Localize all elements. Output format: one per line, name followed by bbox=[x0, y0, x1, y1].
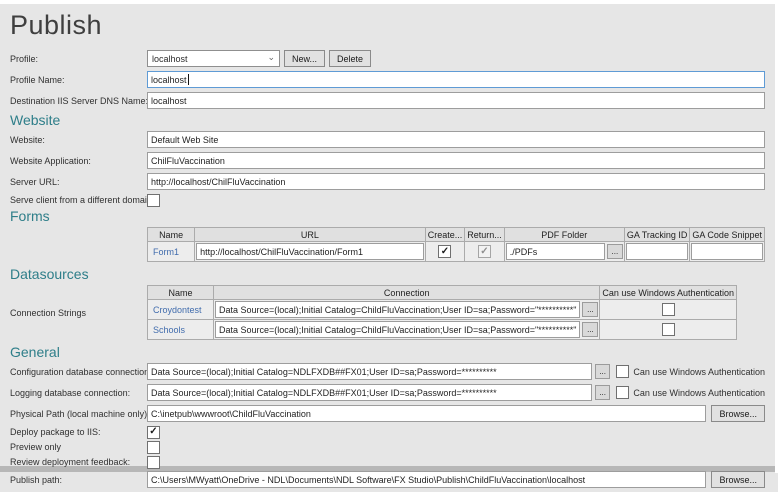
deploy-checkbox[interactable] bbox=[147, 425, 160, 439]
publish-path-label: Publish path: bbox=[10, 474, 63, 485]
website-application-label: Website Application: bbox=[10, 155, 91, 166]
publish-page: Publish Profile: localhost ⌄ New... Dele… bbox=[0, 4, 775, 492]
form-url-input[interactable]: http://localhost/ChilFluVaccination/Form… bbox=[196, 243, 424, 260]
ds-col-connection: Connection bbox=[212, 285, 601, 300]
config-db-windows-auth-checkbox[interactable] bbox=[616, 365, 630, 378]
forms-table-row: Form1 http://localhost/ChilFluVaccinatio… bbox=[146, 241, 765, 262]
delete-profile-button[interactable]: Delete bbox=[329, 50, 372, 67]
website-input[interactable]: Default Web Site bbox=[147, 131, 765, 148]
logging-db-label: Logging database connection: bbox=[10, 387, 131, 398]
datasources-table: Name Connection Can use Windows Authenti… bbox=[147, 285, 737, 340]
profile-name-label: Profile Name: bbox=[10, 74, 65, 85]
profile-name-row: Profile Name: localhost bbox=[10, 71, 765, 88]
server-url-row: Server URL: http://localhost/ChilFluVacc… bbox=[10, 173, 765, 190]
website-application-row: Website Application: ChilFluVaccination bbox=[10, 152, 765, 169]
profile-row: Profile: localhost ⌄ New... Delete bbox=[10, 50, 765, 67]
website-section-title: Website bbox=[10, 112, 61, 128]
config-db-row: Configuration database connection: Data … bbox=[10, 363, 765, 380]
profile-combobox-value: localhost bbox=[152, 53, 188, 64]
physical-path-input[interactable]: C:\inetpub\wwwroot\ChildFluVaccination bbox=[147, 405, 707, 422]
new-profile-button[interactable]: New... bbox=[284, 50, 326, 67]
profile-combobox[interactable]: localhost ⌄ bbox=[147, 50, 280, 67]
config-db-label: Configuration database connection: bbox=[10, 366, 147, 377]
physical-path-row: Physical Path (local machine only): C:\i… bbox=[10, 405, 765, 422]
forms-col-url: URL bbox=[194, 227, 426, 242]
website-row: Website: Default Web Site bbox=[10, 131, 765, 148]
forms-col-return: Return... bbox=[464, 227, 505, 242]
forms-table-header-row: Name URL Create... Return... PDF Folder … bbox=[146, 227, 765, 242]
form-name-link[interactable]: Form1 bbox=[149, 247, 179, 257]
datasources-area: Connection Strings Name Connection Can u… bbox=[10, 285, 765, 340]
physical-path-browse-button[interactable]: Browse... bbox=[711, 405, 765, 422]
datasource-name-link[interactable]: Croydontest bbox=[149, 305, 202, 315]
deploy-label: Deploy package to IIS: bbox=[10, 427, 101, 437]
datasource-windows-auth-checkbox[interactable] bbox=[661, 323, 675, 336]
serve-client-row: Serve client from a different domain: bbox=[10, 193, 765, 207]
logging-db-windows-auth-checkbox[interactable] bbox=[616, 386, 630, 399]
general-section-title: General bbox=[10, 344, 60, 360]
datasource-connection-input[interactable]: Data Source=(local);Initial Catalog=Chil… bbox=[215, 321, 581, 338]
forms-col-create: Create... bbox=[424, 227, 466, 242]
server-url-label: Server URL: bbox=[10, 176, 60, 187]
forms-col-name: Name bbox=[146, 227, 196, 242]
pdf-folder-input[interactable]: ./PDFs bbox=[505, 243, 605, 260]
ga-code-snippet-input[interactable] bbox=[691, 243, 763, 260]
serve-client-label: Serve client from a different domain: bbox=[10, 195, 147, 205]
destination-dns-input[interactable]: localhost bbox=[147, 92, 765, 109]
config-db-edit-button[interactable]: ... bbox=[594, 364, 611, 379]
pdf-folder-browse-button[interactable]: ... bbox=[606, 244, 623, 259]
review-feedback-checkbox[interactable] bbox=[147, 455, 160, 469]
profile-name-input[interactable]: localhost bbox=[147, 71, 765, 88]
datasource-connection-edit-button[interactable]: ... bbox=[582, 302, 599, 317]
text-cursor bbox=[187, 74, 189, 85]
datasource-name-link[interactable]: Schools bbox=[149, 325, 185, 335]
datasource-connection-edit-button[interactable]: ... bbox=[582, 322, 599, 337]
datasource-windows-auth-checkbox[interactable] bbox=[661, 303, 675, 316]
destination-dns-label: Destination IIS Server DNS Name: bbox=[10, 95, 147, 106]
chevron-down-icon: ⌄ bbox=[267, 51, 275, 62]
logging-db-edit-button[interactable]: ... bbox=[594, 385, 611, 400]
publish-path-browse-button[interactable]: Browse... bbox=[711, 471, 765, 488]
forms-col-ga-tracking: GA Tracking ID bbox=[623, 227, 691, 242]
preview-only-checkbox[interactable] bbox=[147, 440, 160, 454]
forms-section-title: Forms bbox=[10, 208, 50, 224]
physical-path-label: Physical Path (local machine only): bbox=[10, 408, 147, 419]
logging-db-windows-auth-label: Can use Windows Authentication bbox=[633, 387, 765, 398]
datasource-connection-input[interactable]: Data Source=(local);Initial Catalog=Chil… bbox=[215, 301, 581, 318]
config-db-windows-auth-label: Can use Windows Authentication bbox=[633, 366, 765, 377]
website-application-input[interactable]: ChilFluVaccination bbox=[147, 152, 765, 169]
preview-only-label: Preview only bbox=[10, 442, 62, 452]
datasources-table-header-row: Name Connection Can use Windows Authenti… bbox=[147, 285, 737, 300]
datasource-row: Schools Data Source=(local);Initial Cata… bbox=[147, 319, 737, 340]
serve-client-checkbox[interactable] bbox=[147, 193, 160, 207]
form-create-checkbox[interactable] bbox=[438, 245, 452, 258]
logging-db-row: Logging database connection: Data Source… bbox=[10, 384, 765, 401]
review-feedback-label: Review deployment feedback: bbox=[10, 457, 131, 467]
profile-label: Profile: bbox=[10, 53, 39, 64]
server-url-input[interactable]: http://localhost/ChilFluVaccination bbox=[147, 173, 765, 190]
logging-db-input[interactable]: Data Source=(local);Initial Catalog=NDLF… bbox=[147, 384, 592, 401]
forms-table: Name URL Create... Return... PDF Folder … bbox=[146, 227, 765, 262]
ds-col-name: Name bbox=[147, 285, 214, 300]
ds-col-windows-auth: Can use Windows Authentication bbox=[599, 285, 737, 300]
website-label: Website: bbox=[10, 134, 45, 145]
page-title: Publish bbox=[10, 10, 103, 40]
review-feedback-row: Review deployment feedback: bbox=[10, 455, 765, 469]
ga-tracking-id-input[interactable] bbox=[625, 243, 689, 260]
preview-only-row: Preview only bbox=[10, 440, 765, 454]
forms-col-pdf-folder: PDF Folder bbox=[503, 227, 625, 242]
deploy-row: Deploy package to IIS: bbox=[10, 425, 765, 439]
datasource-row: Croydontest Data Source=(local);Initial … bbox=[147, 299, 737, 320]
config-db-input[interactable]: Data Source=(local);Initial Catalog=NDLF… bbox=[147, 363, 592, 380]
publish-path-input[interactable]: C:\Users\MWyatt\OneDrive - NDL\Documents… bbox=[147, 471, 707, 488]
forms-col-ga-snippet: GA Code Snippet bbox=[689, 227, 765, 242]
connection-strings-label: Connection Strings bbox=[10, 307, 87, 318]
datasources-section-title: Datasources bbox=[10, 266, 89, 282]
destination-dns-row: Destination IIS Server DNS Name: localho… bbox=[10, 92, 765, 109]
form-return-checkbox bbox=[477, 245, 491, 258]
publish-path-row: Publish path: C:\Users\MWyatt\OneDrive -… bbox=[10, 471, 765, 488]
